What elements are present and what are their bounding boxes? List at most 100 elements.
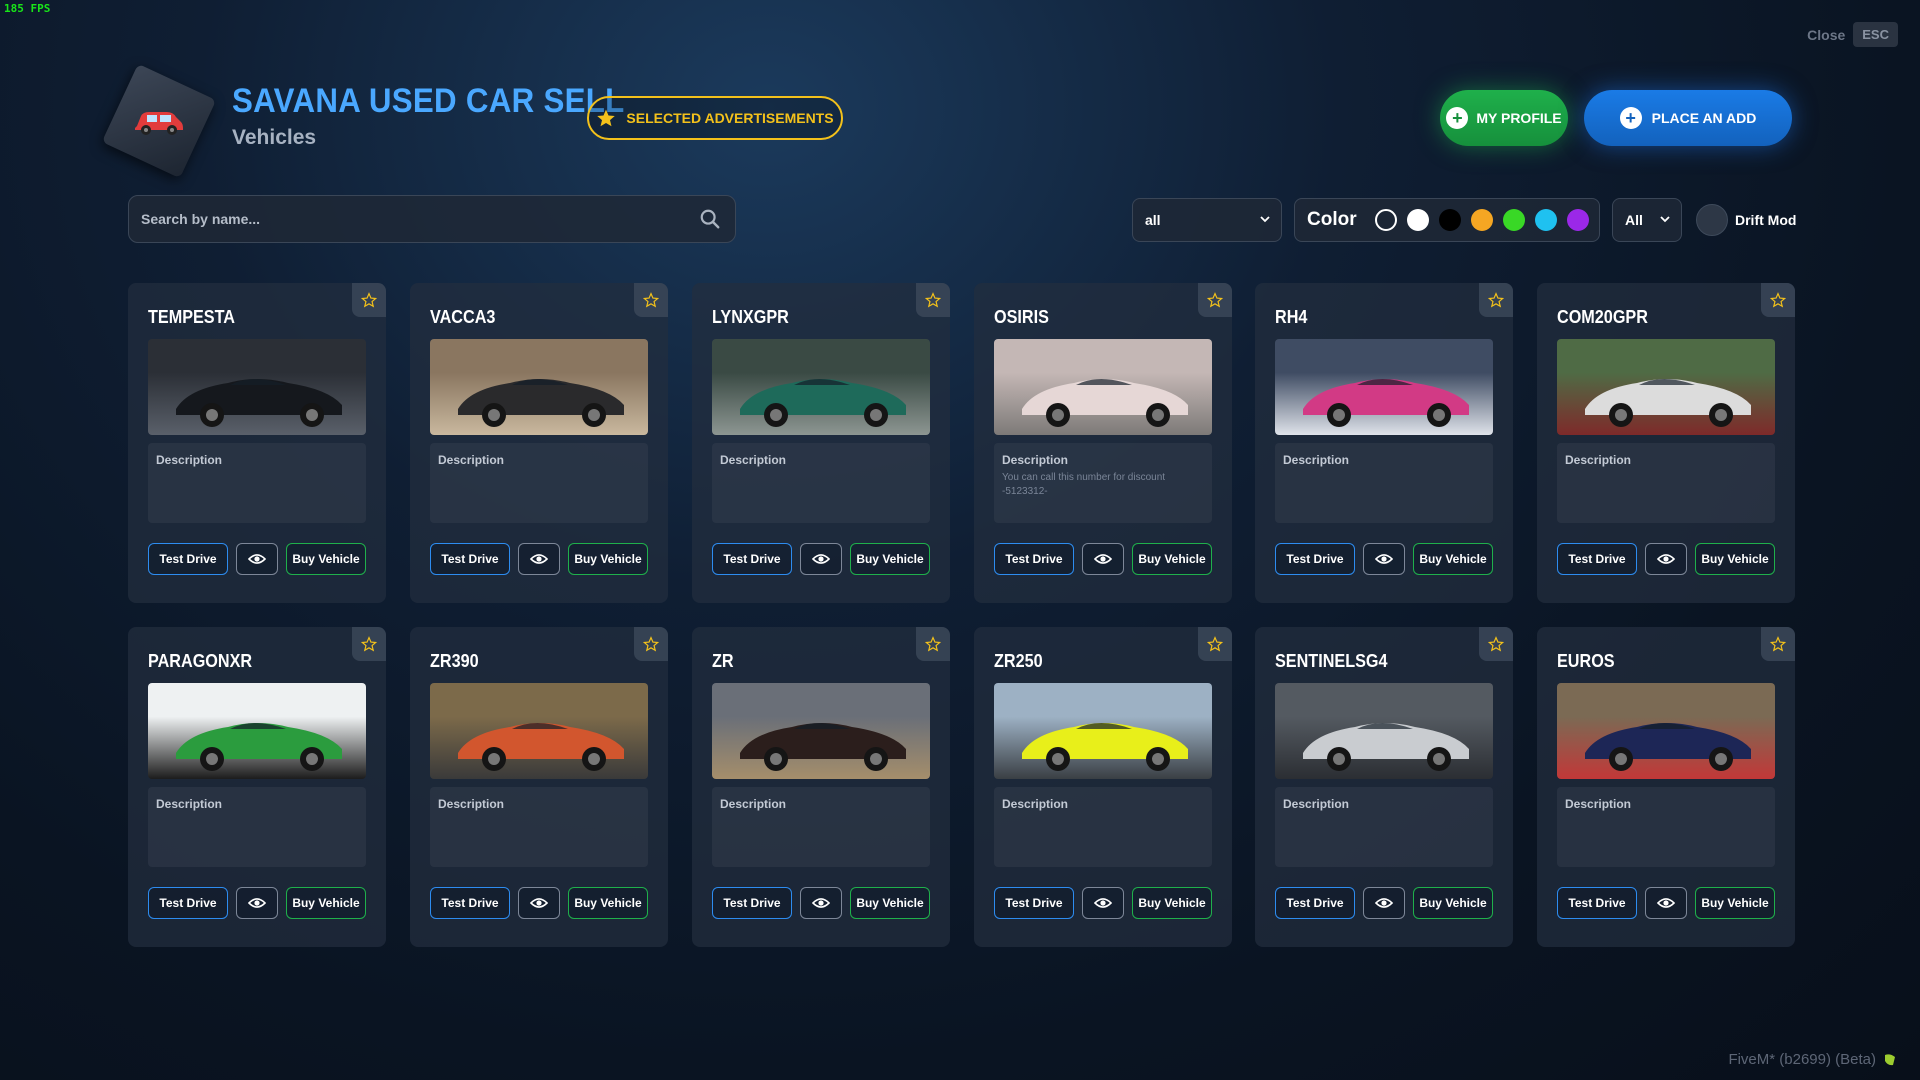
vehicle-name: ZR	[712, 651, 734, 671]
test-drive-button[interactable]: Test Drive	[1275, 543, 1355, 575]
description-box: Description	[712, 443, 930, 523]
favorite-button[interactable]	[1198, 283, 1232, 317]
view-button[interactable]	[236, 887, 278, 919]
vehicle-photo	[430, 339, 648, 435]
test-drive-button[interactable]: Test Drive	[430, 543, 510, 575]
test-drive-button[interactable]: Test Drive	[1275, 887, 1355, 919]
favorite-button[interactable]	[1761, 283, 1795, 317]
favorite-button[interactable]	[634, 283, 668, 317]
favorite-button[interactable]	[1479, 627, 1513, 661]
test-drive-button[interactable]: Test Drive	[994, 543, 1074, 575]
view-button[interactable]	[800, 887, 842, 919]
search-input[interactable]	[141, 196, 681, 242]
color-swatch[interactable]	[1406, 209, 1429, 231]
buy-vehicle-button[interactable]: Buy Vehicle	[568, 887, 648, 919]
buy-vehicle-button[interactable]: Buy Vehicle	[1413, 543, 1493, 575]
favorite-button[interactable]	[352, 627, 386, 661]
car-silhouette	[740, 723, 906, 771]
view-button[interactable]	[236, 543, 278, 575]
color-swatches	[1374, 209, 1589, 231]
vehicle-name: ZR250	[994, 651, 1043, 671]
page-subtitle: Vehicles	[232, 126, 317, 149]
test-drive-button[interactable]: Test Drive	[430, 887, 510, 919]
view-button[interactable]	[1645, 543, 1687, 575]
eye-icon	[1657, 898, 1675, 908]
close-control[interactable]: Close ESC	[1807, 22, 1898, 47]
color-swatch[interactable]	[1438, 209, 1461, 231]
star-outline-icon	[643, 636, 659, 652]
view-button[interactable]	[518, 543, 560, 575]
view-button[interactable]	[518, 887, 560, 919]
description-label: Description	[1283, 797, 1350, 811]
favorite-button[interactable]	[1761, 627, 1795, 661]
close-label[interactable]: Close	[1807, 27, 1845, 43]
vehicle-photo	[148, 683, 366, 779]
vehicle-card: LYNXGPR Description Test Drive Buy Vehic…	[692, 283, 950, 603]
description-box: Description You can call this number for…	[994, 443, 1212, 523]
favorite-button[interactable]	[352, 283, 386, 317]
view-button[interactable]	[800, 543, 842, 575]
car-silhouette	[1022, 723, 1188, 771]
color-swatch[interactable]	[1566, 209, 1589, 231]
view-button[interactable]	[1363, 887, 1405, 919]
favorite-button[interactable]	[1479, 283, 1513, 317]
test-drive-button[interactable]: Test Drive	[994, 887, 1074, 919]
star-outline-icon	[1770, 292, 1786, 308]
favorite-button[interactable]	[634, 627, 668, 661]
vehicle-type-select[interactable]: all	[1132, 198, 1282, 242]
selected-advertisements-button[interactable]: SELECTED ADVERTISEMENTS	[587, 96, 843, 140]
color-swatch[interactable]	[1374, 209, 1397, 231]
view-button[interactable]	[1082, 887, 1124, 919]
star-outline-icon	[1207, 636, 1223, 652]
buy-vehicle-button[interactable]: Buy Vehicle	[850, 887, 930, 919]
test-drive-button[interactable]: Test Drive	[1557, 543, 1637, 575]
buy-vehicle-button[interactable]: Buy Vehicle	[1695, 887, 1775, 919]
description-label: Description	[438, 453, 505, 467]
vehicle-card: OSIRIS Description You can call this num…	[974, 283, 1232, 603]
car-silhouette	[176, 379, 342, 427]
favorite-button[interactable]	[1198, 627, 1232, 661]
view-button[interactable]	[1082, 543, 1124, 575]
my-profile-button[interactable]: + MY PROFILE	[1440, 90, 1568, 146]
buy-vehicle-button[interactable]: Buy Vehicle	[1695, 543, 1775, 575]
eye-icon	[530, 554, 548, 564]
test-drive-button[interactable]: Test Drive	[148, 543, 228, 575]
description-label: Description	[438, 797, 505, 811]
fivem-logo-icon	[1885, 1053, 1895, 1065]
description-text: You can call this number for discount -5…	[1002, 472, 1166, 497]
esc-key-badge[interactable]: ESC	[1853, 22, 1898, 47]
star-outline-icon	[1207, 292, 1223, 308]
search-icon[interactable]	[699, 208, 721, 230]
view-button[interactable]	[1363, 543, 1405, 575]
vehicle-photo	[712, 683, 930, 779]
description-box: Description	[1557, 443, 1775, 523]
color-filter: Color	[1294, 198, 1600, 242]
vehicle-class-select[interactable]: All	[1612, 198, 1682, 242]
buy-vehicle-button[interactable]: Buy Vehicle	[568, 543, 648, 575]
test-drive-button[interactable]: Test Drive	[712, 887, 792, 919]
favorite-button[interactable]	[916, 283, 950, 317]
buy-vehicle-button[interactable]: Buy Vehicle	[1132, 887, 1212, 919]
color-swatch[interactable]	[1534, 209, 1557, 231]
test-drive-button[interactable]: Test Drive	[712, 543, 792, 575]
test-drive-button[interactable]: Test Drive	[1557, 887, 1637, 919]
place-ad-button[interactable]: + PLACE AN ADD	[1584, 90, 1792, 146]
car-silhouette	[176, 723, 342, 771]
drift-mod-toggle[interactable]	[1696, 204, 1728, 236]
test-drive-button[interactable]: Test Drive	[148, 887, 228, 919]
buy-vehicle-button[interactable]: Buy Vehicle	[1132, 543, 1212, 575]
eye-icon	[1094, 554, 1112, 564]
color-swatch[interactable]	[1470, 209, 1493, 231]
car-silhouette	[1022, 379, 1188, 427]
buy-vehicle-button[interactable]: Buy Vehicle	[850, 543, 930, 575]
favorite-button[interactable]	[916, 627, 950, 661]
buy-vehicle-button[interactable]: Buy Vehicle	[286, 543, 366, 575]
view-button[interactable]	[1645, 887, 1687, 919]
selected-advertisements-label: SELECTED ADVERTISEMENTS	[626, 110, 834, 126]
color-swatch[interactable]	[1502, 209, 1525, 231]
star-outline-icon	[1488, 292, 1504, 308]
buy-vehicle-button[interactable]: Buy Vehicle	[286, 887, 366, 919]
drift-mod-label: Drift Mod	[1735, 212, 1797, 228]
buy-vehicle-button[interactable]: Buy Vehicle	[1413, 887, 1493, 919]
star-icon	[597, 109, 616, 127]
